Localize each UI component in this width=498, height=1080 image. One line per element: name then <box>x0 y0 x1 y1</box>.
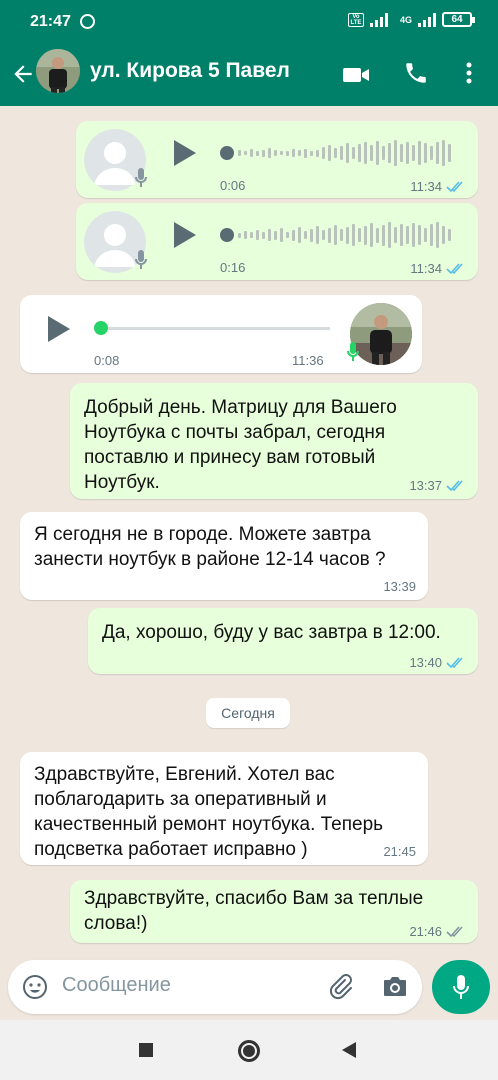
mic-icon <box>347 342 359 361</box>
message-meta: 13:40 <box>409 655 466 670</box>
message-meta: 13:39 <box>383 579 416 594</box>
message-input[interactable]: Сообщение <box>62 974 171 997</box>
read-ticks-icon <box>446 262 463 274</box>
message-meta: 13:37 <box>409 478 466 493</box>
message-text: Да, хорошо, буду у вас завтра в 12:00. <box>102 622 441 643</box>
alarm-icon <box>80 14 95 29</box>
signal-icon-2 <box>418 12 436 27</box>
mic-icon <box>135 168 147 187</box>
waveform[interactable] <box>238 138 451 168</box>
message-time: 13:40 <box>409 655 442 670</box>
voice-duration: 0:16 <box>220 260 246 275</box>
more-icon[interactable] <box>462 60 476 86</box>
message-meta: 11:34 <box>410 179 466 194</box>
message-meta: 21:46 <box>409 924 466 939</box>
voice-record-button[interactable] <box>432 960 490 1014</box>
back-arrow-icon[interactable] <box>10 61 36 87</box>
text-message[interactable]: Я сегодня не в городе. Можете завтра зан… <box>20 512 428 600</box>
text-message[interactable]: Добрый день. Матрицу для Вашего Ноутбука… <box>70 383 478 499</box>
message-meta: 11:36 <box>292 353 324 368</box>
text-message[interactable]: Да, хорошо, буду у вас завтра в 12:00. 1… <box>88 608 478 674</box>
contact-avatar[interactable] <box>36 49 80 93</box>
message-time: 21:46 <box>409 924 442 939</box>
chat-header: ул. Кирова 5 Павел <box>0 44 498 106</box>
emoji-icon[interactable] <box>22 974 48 1000</box>
playback-track[interactable] <box>108 327 330 330</box>
back-icon[interactable] <box>342 1042 356 1058</box>
message-time: 13:37 <box>409 478 442 493</box>
status-time: 21:47 <box>30 13 71 30</box>
status-bar: 21:47 Vo LTE 4G 64 <box>0 0 498 44</box>
message-composer[interactable]: Сообщение <box>8 960 422 1014</box>
video-call-icon[interactable] <box>342 62 370 88</box>
mic-icon <box>453 975 469 999</box>
mic-icon <box>135 250 147 269</box>
playback-position[interactable] <box>220 228 234 242</box>
playback-position[interactable] <box>94 321 108 335</box>
recents-icon[interactable] <box>139 1043 153 1057</box>
read-ticks-icon <box>446 180 463 192</box>
message-time: 11:34 <box>410 179 442 194</box>
voice-message[interactable]: 0:06 11:34 <box>76 121 478 198</box>
status-indicators: Vo LTE 4G 64 <box>347 12 475 27</box>
waveform[interactable] <box>238 220 451 250</box>
voice-message[interactable]: 0:16 11:34 <box>76 203 478 280</box>
message-text: Я сегодня не в городе. Можете завтра зан… <box>34 524 386 570</box>
message-meta: 11:34 <box>410 261 466 276</box>
date-separator: Сегодня <box>206 698 290 728</box>
read-ticks-icon <box>446 479 463 491</box>
play-icon[interactable] <box>174 222 196 248</box>
voice-duration: 0:06 <box>220 178 246 193</box>
message-time: 11:34 <box>410 261 442 276</box>
battery-icon: 64 <box>442 12 475 27</box>
message-time: 11:36 <box>292 353 324 368</box>
play-icon[interactable] <box>48 316 70 342</box>
contact-name[interactable]: ул. Кирова 5 Павел <box>90 59 290 83</box>
voice-duration: 0:08 <box>94 353 120 368</box>
text-message[interactable]: Здравствуйте, спасибо Вам за теплые слов… <box>70 880 478 943</box>
home-icon[interactable] <box>238 1040 260 1062</box>
message-time: 21:45 <box>383 844 416 859</box>
volte-indicator: Vo LTE <box>347 12 364 27</box>
system-nav-bar <box>0 1020 498 1080</box>
battery-level: 64 <box>451 14 463 25</box>
play-icon[interactable] <box>174 140 196 166</box>
read-ticks-icon <box>446 656 463 668</box>
delivered-ticks-icon <box>446 925 463 937</box>
message-text: Здравствуйте, Евгений. Хотел вас поблаго… <box>34 764 384 860</box>
message-text: Здравствуйте, спасибо Вам за теплые слов… <box>84 888 424 934</box>
message-meta: 21:45 <box>383 844 416 859</box>
network-type: 4G <box>399 14 412 25</box>
voice-message[interactable]: 0:08 11:36 <box>20 295 422 373</box>
signal-icon <box>369 12 388 27</box>
attach-icon[interactable] <box>326 972 354 1002</box>
camera-icon[interactable] <box>382 974 408 998</box>
playback-position[interactable] <box>220 146 234 160</box>
text-message[interactable]: Здравствуйте, Евгений. Хотел вас поблаго… <box>20 752 428 865</box>
message-time: 13:39 <box>383 579 416 594</box>
phone-icon[interactable] <box>403 60 429 86</box>
message-text: Добрый день. Матрицу для Вашего Ноутбука… <box>84 397 397 493</box>
